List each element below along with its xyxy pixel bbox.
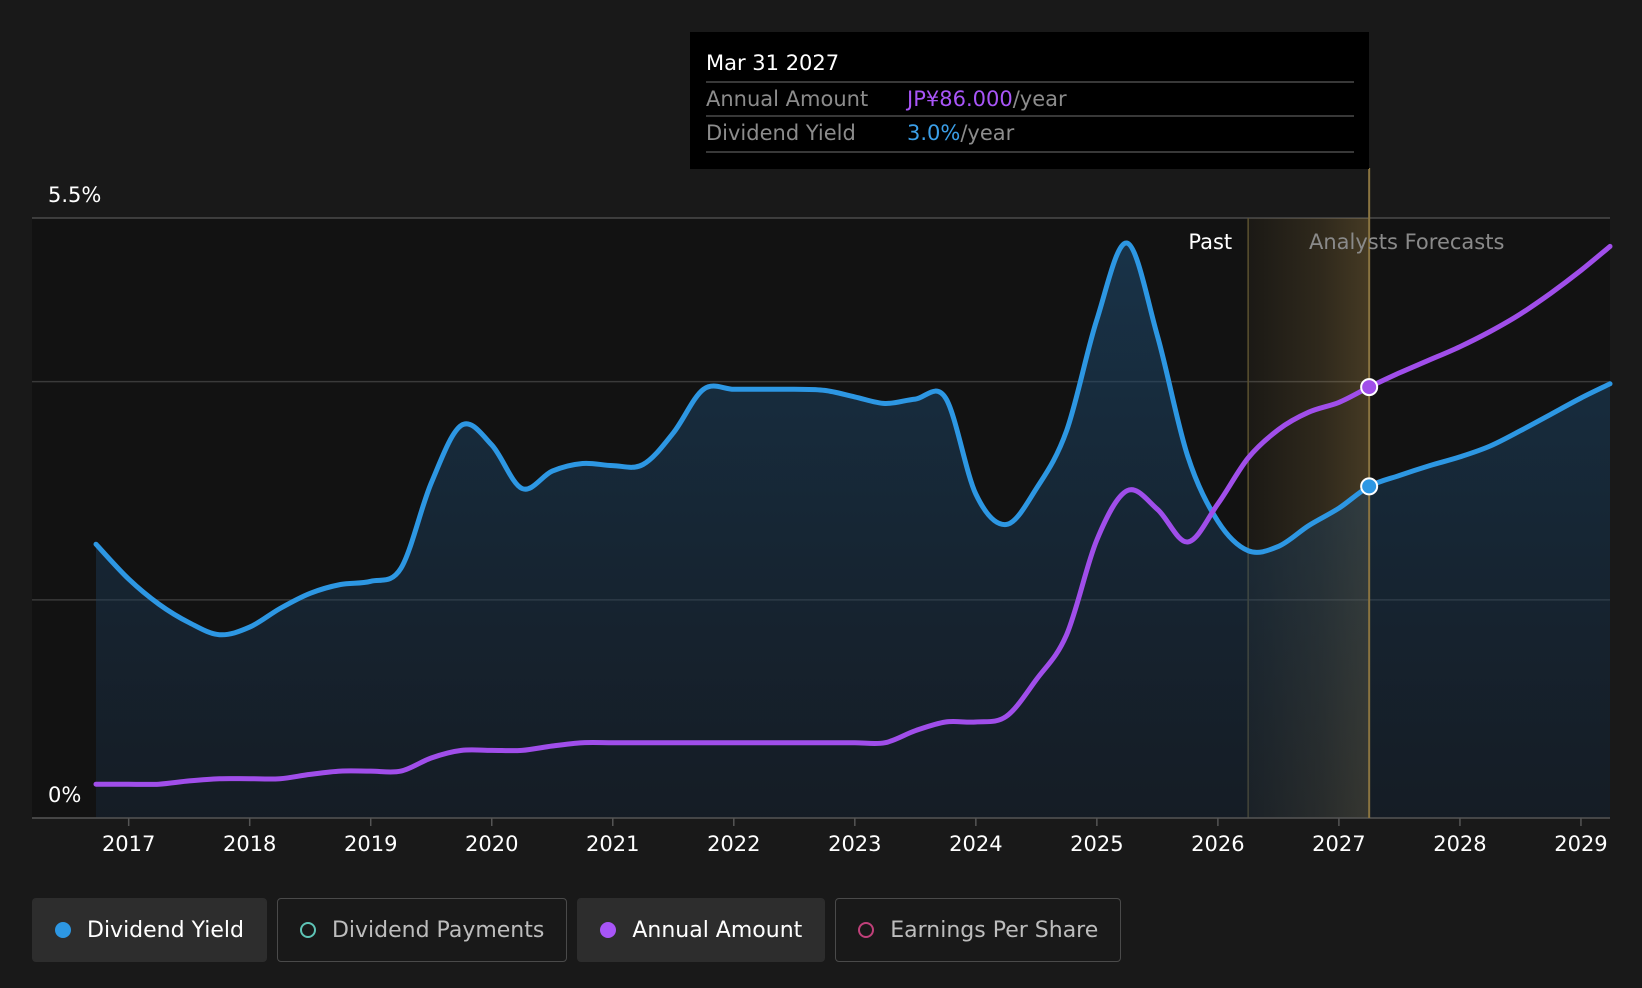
past-label: Past <box>1188 230 1232 254</box>
x-tick-label: 2019 <box>344 832 397 856</box>
dividend-yield-dot-icon <box>55 922 71 938</box>
x-tick-label: 2018 <box>223 832 276 856</box>
earnings-per-share-ring-icon <box>858 922 875 938</box>
x-tick-label: 2024 <box>949 832 1002 856</box>
tooltip-date: Mar 31 2027 <box>706 51 839 75</box>
x-axis: 2017 2018 2019 2020 2021 2022 2023 2024 2025 2026… <box>32 817 1610 856</box>
x-tick-label: 2027 <box>1312 832 1365 856</box>
x-tick-label: 2026 <box>1191 832 1244 856</box>
tooltip-dividend-yield-value: 3.0% <box>907 121 960 145</box>
legend-annual-amount[interactable]: Annual Amount <box>577 898 826 962</box>
legend-dividend-yield[interactable]: Dividend Yield <box>32 898 267 962</box>
legend: Dividend Yield Dividend Payments Annual … <box>32 898 1122 962</box>
analysts-forecasts-label: Analysts Forecasts <box>1309 230 1504 254</box>
annual-amount-marker <box>1360 378 1379 397</box>
legend-label: Annual Amount <box>632 917 803 943</box>
dividend-chart: 2017 2018 2019 2020 2021 2022 2023 2024 2025 2026… <box>32 32 1613 856</box>
tooltip-dividend-yield-label: Dividend Yield <box>706 121 856 145</box>
tooltip: Mar 31 2027 Annual Amount JP¥86.000/year… <box>690 32 1369 169</box>
x-tick-label: 2020 <box>465 832 518 856</box>
tooltip-annual-amount-label: Annual Amount <box>706 87 868 111</box>
annual-amount-dot-icon <box>600 922 617 938</box>
legend-dividend-payments[interactable]: Dividend Payments <box>276 898 568 962</box>
dividend-payments-ring-icon <box>299 922 316 938</box>
legend-label: Dividend Payments <box>331 917 545 943</box>
y-tick-label: 0% <box>48 783 81 807</box>
x-tick-label: 2028 <box>1433 832 1486 856</box>
x-tick-label: 2025 <box>1070 832 1123 856</box>
legend-earnings-per-share[interactable]: Earnings Per Share <box>835 898 1122 962</box>
x-tick-label: 2022 <box>707 832 760 856</box>
dividend-yield-marker <box>1360 477 1379 496</box>
chart-widget: 2017 2018 2019 2020 2021 2022 2023 2024 2025 2026… <box>0 0 1642 988</box>
x-tick-label: 2029 <box>1554 832 1607 856</box>
x-tick-label: 2021 <box>586 832 639 856</box>
tooltip-annual-amount-value: JP¥86.000 <box>905 87 1013 111</box>
x-tick-label: 2023 <box>828 832 881 856</box>
legend-label: Dividend Yield <box>87 917 244 943</box>
tooltip-annual-amount: JP¥86.000/year <box>905 87 1067 111</box>
tooltip-dividend-yield-unit: /year <box>960 121 1014 145</box>
legend-label: Earnings Per Share <box>890 917 1099 943</box>
x-tick-label: 2017 <box>102 832 155 856</box>
tooltip-dividend-yield: 3.0%/year <box>907 121 1015 145</box>
tooltip-annual-amount-unit: /year <box>1013 87 1067 111</box>
y-tick-label: 5.5% <box>48 183 101 207</box>
